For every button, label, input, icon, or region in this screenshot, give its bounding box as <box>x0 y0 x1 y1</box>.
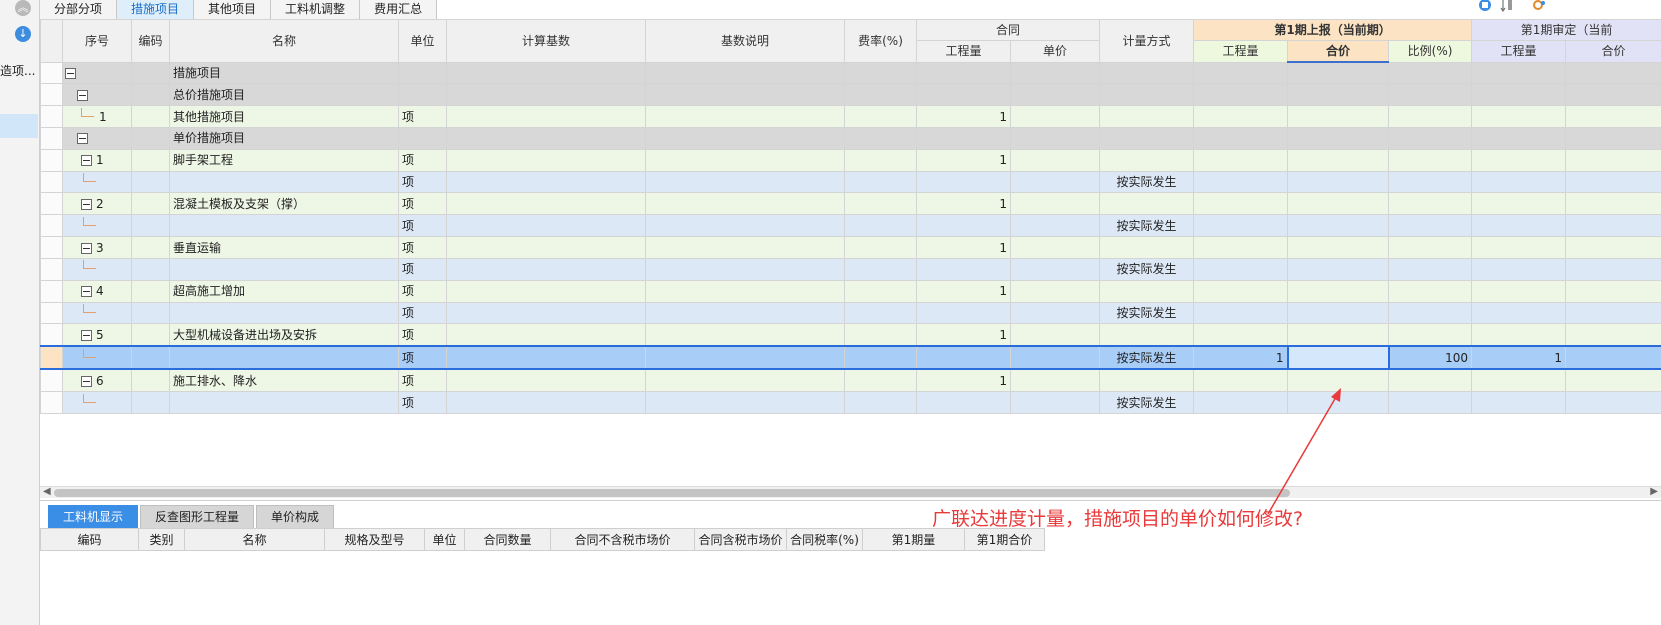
annotation-arrow <box>1267 388 1341 515</box>
annotation-question: 广联达进度计量，措施项目的单价如何修改? <box>932 508 1304 530</box>
